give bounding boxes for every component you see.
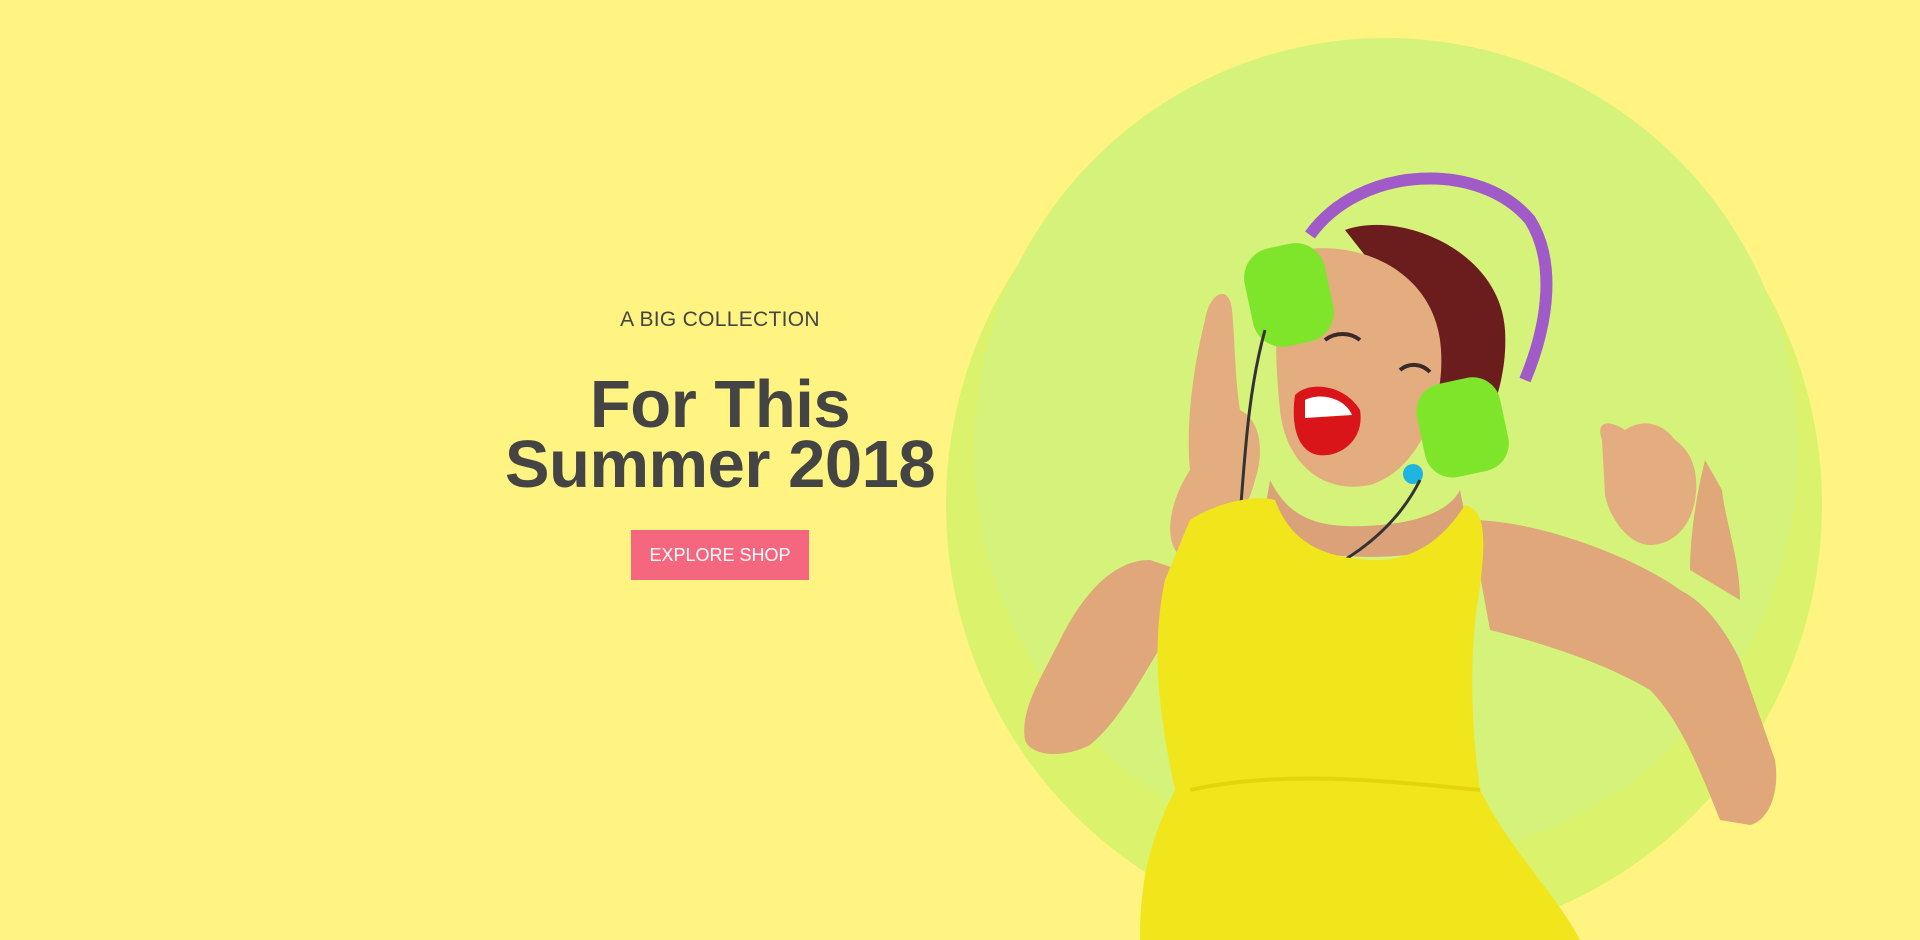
hero-content: A BIG COLLECTION For This Summer 2018 EX… [480,305,960,580]
explore-shop-button[interactable]: EXPLORE SHOP [631,530,809,580]
hero-eyebrow: A BIG COLLECTION [620,308,820,331]
hero-banner: A BIG COLLECTION For This Summer 2018 EX… [0,0,1920,940]
headline-line-2: Summer 2018 [504,427,936,502]
headline-line-1: For This [589,367,851,442]
hero-artwork [946,38,1822,940]
hero-headline: For This Summer 2018 [480,367,960,502]
